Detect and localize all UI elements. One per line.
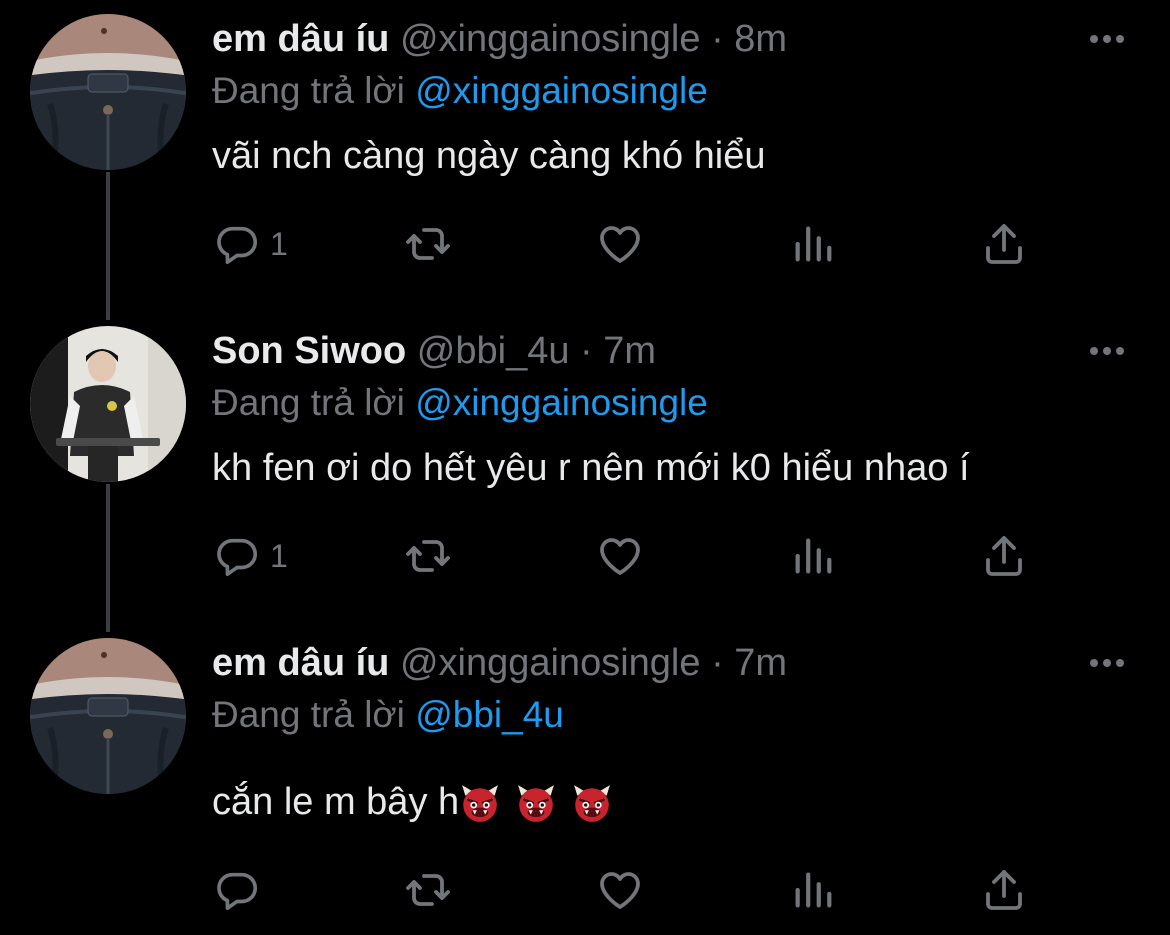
share-button[interactable] bbox=[980, 214, 1028, 274]
mention-link[interactable]: @bbi_4u bbox=[415, 694, 564, 735]
analytics-icon bbox=[790, 533, 836, 579]
analytics-icon bbox=[790, 867, 836, 913]
like-button[interactable] bbox=[596, 526, 644, 586]
display-name[interactable]: em dâu íu bbox=[212, 642, 389, 684]
ogre-emoji bbox=[459, 783, 501, 825]
display-name[interactable]: em dâu íu bbox=[212, 18, 389, 60]
reply-icon bbox=[214, 867, 260, 913]
share-button[interactable] bbox=[980, 860, 1028, 920]
reply-count: 1 bbox=[270, 225, 288, 262]
reply-count: 1 bbox=[270, 537, 288, 574]
tweet[interactable]: Son Siwoo @bbi_4u · 7m Đang trả lời @xin… bbox=[0, 326, 1170, 626]
like-icon bbox=[596, 532, 644, 580]
replying-to-label: Đang trả lời bbox=[212, 70, 405, 111]
separator: · bbox=[711, 18, 724, 60]
separator: · bbox=[580, 330, 593, 372]
mention-link[interactable]: @xinggainosingle bbox=[415, 382, 708, 423]
reply-button[interactable]: 1 bbox=[214, 526, 288, 586]
share-icon bbox=[980, 532, 1028, 580]
avatar[interactable] bbox=[30, 326, 186, 482]
like-button[interactable] bbox=[596, 214, 644, 274]
tweet-actions: 1 bbox=[0, 526, 1170, 586]
replying-to: Đang trả lời @bbi_4u bbox=[212, 690, 564, 740]
tweet-text-row: cắn le m bây h bbox=[212, 774, 613, 830]
more-icon[interactable] bbox=[1084, 326, 1130, 376]
replying-to-label: Đang trả lời bbox=[212, 382, 405, 423]
reply-icon bbox=[214, 221, 260, 267]
tweet-header: em dâu íu @xinggainosingle · 7m bbox=[212, 638, 787, 688]
tweet-header: em dâu íu @xinggainosingle · 8m bbox=[212, 14, 787, 64]
retweet-icon bbox=[404, 532, 452, 580]
tweet[interactable]: em dâu íu @xinggainosingle · 8m Đang trả… bbox=[0, 14, 1170, 314]
separator: · bbox=[711, 642, 724, 684]
analytics-button[interactable] bbox=[790, 860, 836, 920]
tweet-actions: 1 bbox=[0, 214, 1170, 274]
like-icon bbox=[596, 866, 644, 914]
handle[interactable]: @bbi_4u bbox=[417, 330, 570, 372]
share-button[interactable] bbox=[980, 526, 1028, 586]
timestamp[interactable]: 7m bbox=[603, 330, 656, 372]
reply-button[interactable]: 1 bbox=[214, 214, 288, 274]
tweet-text: vãi nch càng ngày càng khó hiểu bbox=[212, 135, 766, 177]
tweet-text: cắn le m bây h bbox=[212, 781, 460, 823]
share-icon bbox=[980, 866, 1028, 914]
retweet-icon bbox=[404, 220, 452, 268]
replying-to-label: Đang trả lời bbox=[212, 694, 405, 735]
tweet-actions bbox=[0, 860, 1170, 920]
reply-button[interactable] bbox=[214, 860, 270, 920]
display-name[interactable]: Son Siwoo bbox=[212, 330, 406, 372]
handle[interactable]: @xinggainosingle bbox=[400, 18, 701, 60]
timestamp[interactable]: 8m bbox=[734, 18, 787, 60]
retweet-button[interactable] bbox=[404, 214, 452, 274]
reply-icon bbox=[214, 533, 260, 579]
ogre-emoji bbox=[571, 783, 613, 825]
more-icon[interactable] bbox=[1084, 14, 1130, 64]
tweet-header: Son Siwoo @bbi_4u · 7m bbox=[212, 326, 656, 376]
avatar[interactable] bbox=[30, 14, 186, 170]
analytics-button[interactable] bbox=[790, 214, 836, 274]
analytics-button[interactable] bbox=[790, 526, 836, 586]
more-icon[interactable] bbox=[1084, 638, 1130, 688]
retweet-button[interactable] bbox=[404, 860, 452, 920]
tweet[interactable]: em dâu íu @xinggainosingle · 7m Đang trả… bbox=[0, 638, 1170, 935]
replying-to: Đang trả lời @xinggainosingle bbox=[212, 378, 708, 428]
handle[interactable]: @xinggainosingle bbox=[400, 642, 701, 684]
like-button[interactable] bbox=[596, 860, 644, 920]
replying-to: Đang trả lời @xinggainosingle bbox=[212, 66, 708, 116]
share-icon bbox=[980, 220, 1028, 268]
ogre-emoji bbox=[515, 783, 557, 825]
retweet-icon bbox=[404, 866, 452, 914]
mention-link[interactable]: @xinggainosingle bbox=[415, 70, 708, 111]
analytics-icon bbox=[790, 221, 836, 267]
tweet-text: kh fen ơi do hết yêu r nên mới k0 hiểu n… bbox=[212, 447, 970, 489]
avatar[interactable] bbox=[30, 638, 186, 794]
timestamp[interactable]: 7m bbox=[734, 642, 787, 684]
retweet-button[interactable] bbox=[404, 526, 452, 586]
like-icon bbox=[596, 220, 644, 268]
